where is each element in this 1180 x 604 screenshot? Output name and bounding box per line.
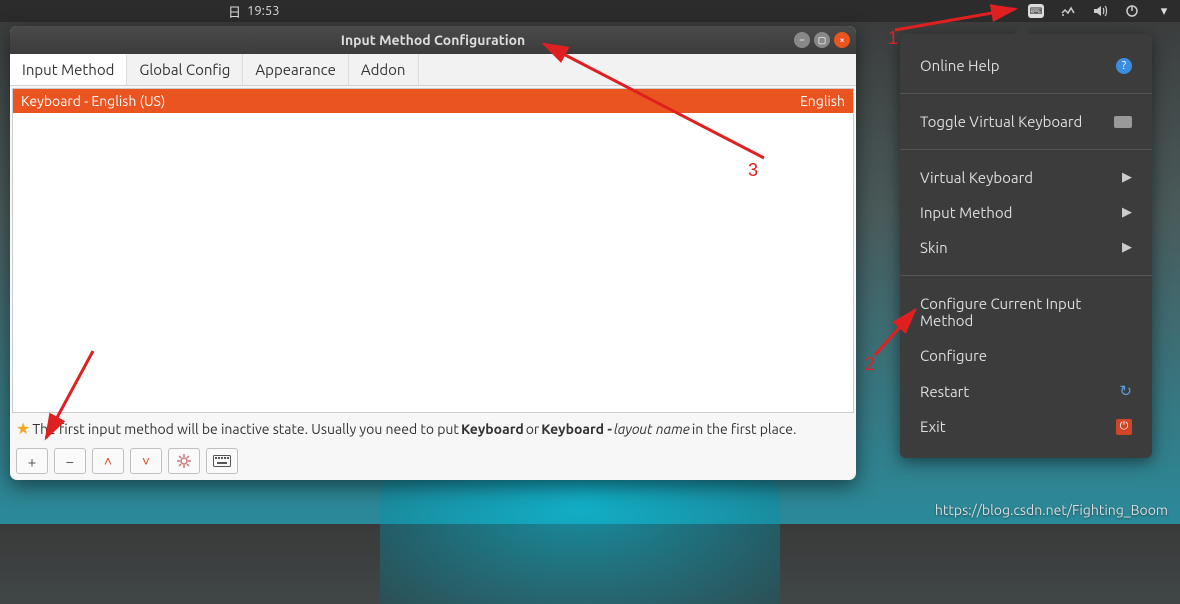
clock-time: 19:53 (247, 4, 280, 18)
menu-separator (900, 275, 1152, 276)
power-icon[interactable] (1124, 3, 1140, 19)
move-up-button[interactable]: ˄ (92, 448, 124, 474)
list-item-lang: English (800, 93, 845, 109)
move-down-button[interactable]: ˅ (130, 448, 162, 474)
keyboard-icon (1114, 116, 1132, 128)
star-icon: ★ (16, 419, 30, 438)
menu-label: Restart (920, 383, 969, 400)
annotation-number-1: 1 (888, 28, 898, 49)
menu-label: Exit (920, 418, 946, 435)
hint-keyboard-layout: Keyboard - (541, 421, 612, 437)
menu-skin[interactable]: Skin ▶ (900, 230, 1152, 265)
minimize-button[interactable]: – (794, 32, 810, 48)
menu-label: Virtual Keyboard (920, 169, 1033, 186)
hint-bar: ★ The first input method will be inactiv… (10, 415, 856, 442)
annotation-arrow-toolbar (38, 346, 108, 450)
annotation-number-3: 3 (748, 160, 758, 181)
tab-addon[interactable]: Addon (349, 54, 419, 85)
menu-label: Configure Current Input Method (920, 295, 1132, 329)
help-icon: ? (1116, 58, 1132, 74)
chevron-right-icon: ▶ (1122, 240, 1132, 255)
chevron-down-icon[interactable]: ▾ (1156, 3, 1172, 19)
tab-appearance[interactable]: Appearance (243, 54, 348, 85)
menu-separator (900, 93, 1152, 94)
annotation-number-2: 2 (865, 354, 875, 375)
keyboard-icon (213, 455, 231, 467)
list-item-name: Keyboard - English (US) (21, 93, 165, 109)
menu-label: Online Help (920, 57, 1000, 74)
hint-text-mid: or (526, 421, 540, 437)
menu-separator (900, 149, 1152, 150)
window-controls: – ▢ × (794, 32, 850, 48)
gear-icon (176, 453, 192, 469)
chevron-right-icon: ▶ (1122, 205, 1132, 220)
configure-button[interactable] (168, 448, 200, 474)
restart-icon: ↻ (1119, 382, 1132, 400)
menu-configure[interactable]: Configure (900, 338, 1152, 373)
menu-exit[interactable]: Exit ⏻ (900, 409, 1152, 444)
remove-button[interactable]: − (54, 448, 86, 474)
tab-global-config[interactable]: Global Config (127, 54, 243, 85)
system-tray: ⌨ ▾ (1028, 3, 1172, 19)
add-button[interactable]: + (16, 448, 48, 474)
list-toolbar: + − ˄ ˅ (10, 442, 856, 480)
tab-input-method[interactable]: Input Method (10, 54, 127, 85)
menu-input-method[interactable]: Input Method ▶ (900, 195, 1152, 230)
menu-label: Toggle Virtual Keyboard (920, 113, 1082, 130)
menu-toggle-virtual-keyboard[interactable]: Toggle Virtual Keyboard (900, 104, 1152, 139)
hint-layout-name: layout name (614, 421, 690, 437)
hint-keyboard: Keyboard (461, 421, 524, 437)
volume-icon[interactable] (1092, 3, 1108, 19)
watermark: https://blog.csdn.net/Fighting_Boom (935, 502, 1168, 518)
network-icon[interactable] (1060, 3, 1076, 19)
menu-online-help[interactable]: Online Help ? (900, 48, 1152, 83)
close-button[interactable]: × (834, 32, 850, 48)
menu-virtual-keyboard[interactable]: Virtual Keyboard ▶ (900, 160, 1152, 195)
menu-label: Input Method (920, 204, 1012, 221)
menu-restart[interactable]: Restart ↻ (900, 373, 1152, 409)
calendar-day: 日 (228, 2, 241, 21)
annotation-arrow-3 (534, 38, 774, 172)
fcitx-tray-menu: Online Help ? Toggle Virtual Keyboard Vi… (900, 34, 1152, 458)
power-icon: ⏻ (1116, 419, 1132, 435)
menu-label: Configure (920, 347, 987, 364)
annotation-arrow-2 (870, 305, 930, 369)
menu-label: Skin (920, 239, 948, 256)
clock-area[interactable]: 日 19:53 (228, 2, 280, 21)
hint-text-post: in the first place. (692, 421, 797, 437)
keyboard-layout-button[interactable] (206, 448, 238, 474)
maximize-button[interactable]: ▢ (814, 32, 830, 48)
annotation-arrow-1 (895, 5, 1035, 39)
menu-configure-current[interactable]: Configure Current Input Method (900, 286, 1152, 338)
chevron-right-icon: ▶ (1122, 170, 1132, 185)
